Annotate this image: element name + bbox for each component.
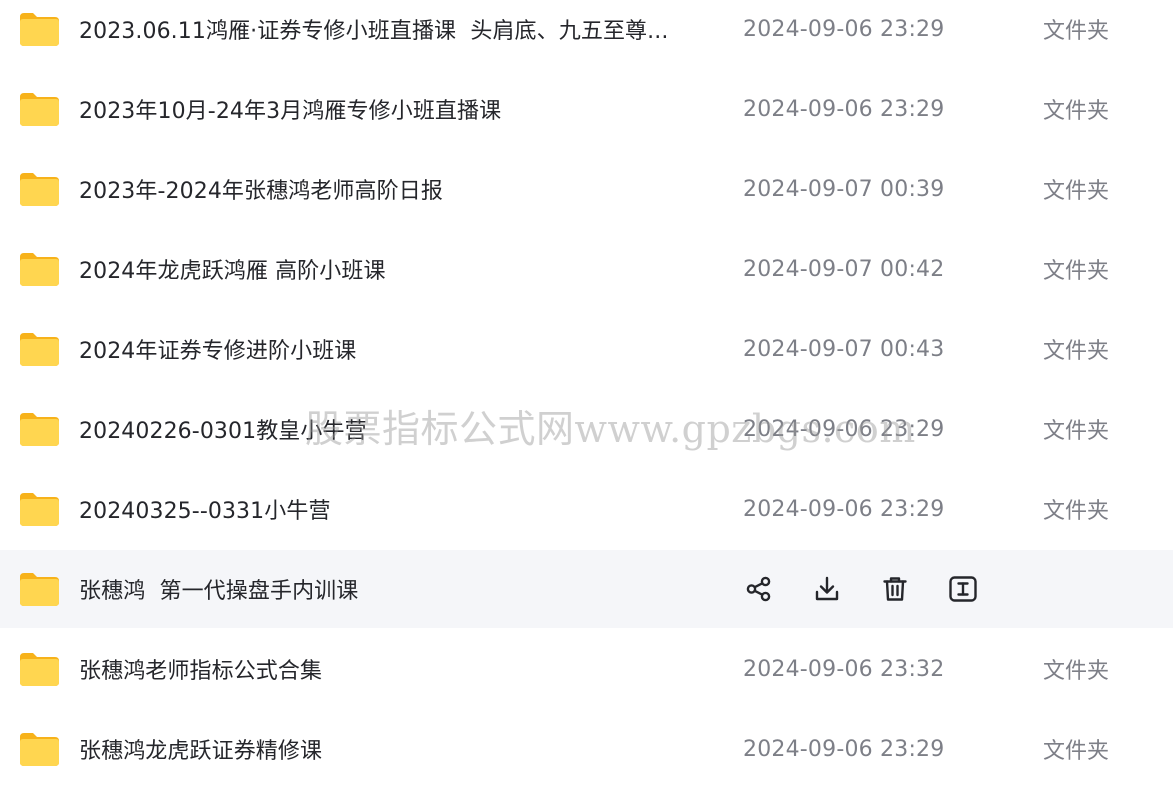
folder-icon [19, 411, 60, 447]
folder-icon [19, 571, 60, 607]
file-list: 2023.06.11鸿雁·证券专修小班直播课 头肩底、九五至尊... 2024-… [0, 0, 1173, 789]
file-name[interactable]: 2023年-2024年张穗鸿老师高阶日报 [79, 149, 704, 229]
modified-date: 2024-09-06 23:29 [743, 496, 945, 522]
modified-date: 2024-09-06 23:32 [743, 656, 945, 682]
folder-icon [19, 251, 60, 287]
folder-icon [19, 731, 60, 767]
modified-date: 2024-09-07 00:42 [743, 256, 945, 282]
list-item[interactable]: 20240226-0301教皇小牛营 2024-09-06 23:29 文件夹 [0, 389, 1173, 469]
list-item[interactable]: 2023年10月-24年3月鸿雁专修小班直播课 2024-09-06 23:29… [0, 69, 1173, 149]
folder-icon [19, 651, 60, 687]
file-name[interactable]: 2024年证券专修进阶小班课 [79, 309, 704, 389]
file-name[interactable]: 2024年龙虎跃鸿雁 高阶小班课 [79, 229, 704, 309]
file-name[interactable]: 2023年10月-24年3月鸿雁专修小班直播课 [79, 69, 704, 149]
folder-icon [19, 171, 60, 207]
file-type: 文件夹 [1043, 499, 1110, 524]
file-name[interactable]: 20240226-0301教皇小牛营 [79, 389, 704, 469]
modified-date: 2024-09-07 00:43 [743, 336, 945, 362]
file-name[interactable]: 2023.06.11鸿雁·证券专修小班直播课 头肩底、九五至尊... [79, 0, 704, 69]
folder-icon [19, 491, 60, 527]
list-item[interactable]: 2024年龙虎跃鸿雁 高阶小班课 2024-09-07 00:42 文件夹 [0, 229, 1173, 309]
modified-date: 2024-09-07 00:39 [743, 176, 945, 202]
modified-date: 2024-09-06 23:29 [743, 736, 945, 762]
file-type: 文件夹 [1043, 739, 1110, 764]
folder-icon [19, 91, 60, 127]
file-name[interactable]: 张穗鸿老师指标公式合集 [79, 629, 704, 709]
file-type: 文件夹 [1043, 259, 1110, 284]
list-item[interactable]: 20240325--0331小牛营 2024-09-06 23:29 文件夹 [0, 469, 1173, 549]
list-item[interactable]: 2023.06.11鸿雁·证券专修小班直播课 头肩底、九五至尊... 2024-… [0, 0, 1173, 69]
list-item[interactable]: 2024年证券专修进阶小班课 2024-09-07 00:43 文件夹 [0, 309, 1173, 389]
file-type: 文件夹 [1043, 99, 1110, 124]
file-name[interactable]: 张穗鸿 第一代操盘手内训课 [79, 550, 704, 628]
modified-date: 2024-09-06 23:29 [743, 416, 945, 442]
share-icon[interactable] [741, 571, 777, 607]
list-item[interactable]: 2023年-2024年张穗鸿老师高阶日报 2024-09-07 00:39 文件… [0, 149, 1173, 229]
download-icon[interactable] [809, 571, 845, 607]
file-type: 文件夹 [1043, 419, 1110, 444]
trash-icon[interactable] [877, 571, 913, 607]
file-type: 文件夹 [1043, 19, 1110, 44]
list-item[interactable]: 张穗鸿龙虎跃证券精修课 2024-09-06 23:29 文件夹 [0, 709, 1173, 789]
rename-icon[interactable] [945, 571, 981, 607]
list-item[interactable]: 张穗鸿老师指标公式合集 2024-09-06 23:32 文件夹 [0, 629, 1173, 709]
file-type: 文件夹 [1043, 179, 1110, 204]
modified-date: 2024-09-06 23:29 [743, 96, 945, 122]
folder-icon [19, 331, 60, 367]
file-name[interactable]: 张穗鸿龙虎跃证券精修课 [79, 709, 704, 789]
modified-date: 2024-09-06 23:29 [743, 16, 945, 42]
folder-icon [19, 11, 60, 47]
row-actions [741, 550, 1013, 628]
file-name[interactable]: 20240325--0331小牛营 [79, 469, 704, 549]
file-type: 文件夹 [1043, 659, 1110, 684]
list-item-hovered[interactable]: 张穗鸿 第一代操盘手内训课 [0, 550, 1173, 628]
file-type: 文件夹 [1043, 339, 1110, 364]
